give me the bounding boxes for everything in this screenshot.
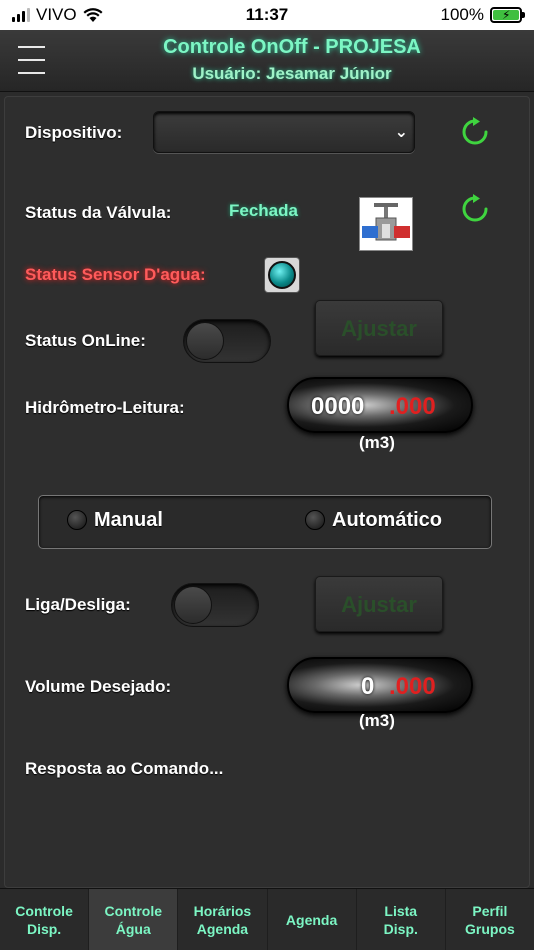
volume-label: Volume Desejado: [25,677,172,696]
volume-integer: 0 [361,673,375,700]
power-label: Liga/Desliga: [25,595,131,614]
user-name: Usuário: Jesamar Júnior [192,64,392,83]
water-sensor-indicator-icon [264,257,300,293]
battery-icon: ⚡ [490,7,525,23]
tab-perfil-grupos[interactable]: Perfil Grupos [446,889,534,950]
battery-percent: 100% [440,5,484,24]
status-right: 100% ⚡ [440,5,525,25]
app-title: Controle OnOff - PROJESA [163,36,421,58]
manual-label[interactable]: Manual [94,509,163,532]
hamburger-menu-icon[interactable] [18,46,45,74]
mode-selector: Manual Automático [38,495,492,549]
chevron-down-icon: ⌄ [394,124,408,141]
power-adjust-button[interactable]: Ajustar [315,576,443,632]
refresh-device-icon[interactable] [460,117,490,147]
hydrometer-integer: 0000 [311,393,365,420]
valve-status-label: Status da Válvula: [25,203,172,222]
manual-radio[interactable] [67,510,87,530]
volume-decimal: .000 [389,673,436,700]
app-header: Controle OnOff - PROJESA Usuário: Jesama… [0,30,534,92]
hydrometer-reading: 0000 .000 [287,377,473,433]
online-toggle[interactable] [183,319,271,363]
automatic-label[interactable]: Automático [332,509,442,532]
hydrometer-label: Hidrômetro-Leitura: [25,398,185,417]
tab-lista-disp[interactable]: Lista Disp. [357,889,446,950]
tab-agenda[interactable]: Agenda [268,889,357,950]
hydrometer-decimal: .000 [389,393,436,420]
valve-status-value: Fechada [229,201,298,220]
automatic-radio[interactable] [305,510,325,530]
tab-horarios-agenda[interactable]: Horários Agenda [178,889,268,950]
power-toggle[interactable] [171,583,259,627]
online-status-label: Status OnLine: [25,331,146,350]
tab-controle-agua[interactable]: Controle Água [89,889,179,950]
refresh-valve-icon[interactable] [460,194,490,224]
valve-icon [359,197,413,251]
tab-bar: Controle Disp. Controle Água Horários Agend… [0,888,534,950]
main-panel: Dispositivo: ⌄ Status da Válvula: Fechad… [4,96,530,888]
device-select[interactable]: ⌄ [153,111,415,153]
water-sensor-label: Status Sensor D'agua: [25,265,206,284]
hydrometer-unit: (m3) [359,433,395,452]
charging-bolt-icon: ⚡ [502,8,511,22]
volume-input[interactable]: 0 .000 [287,657,473,713]
volume-unit: (m3) [359,711,395,730]
status-bar: VIVO 11:37 100% ⚡ [0,0,534,30]
device-label: Dispositivo: [25,123,123,142]
online-adjust-button[interactable]: Ajustar [315,300,443,356]
command-response: Resposta ao Comando... [25,759,224,778]
tab-controle-disp[interactable]: Controle Disp. [0,889,90,950]
